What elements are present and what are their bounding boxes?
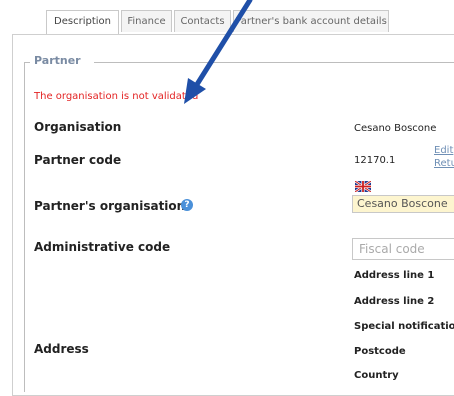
annotation-arrow: [184, 0, 253, 104]
